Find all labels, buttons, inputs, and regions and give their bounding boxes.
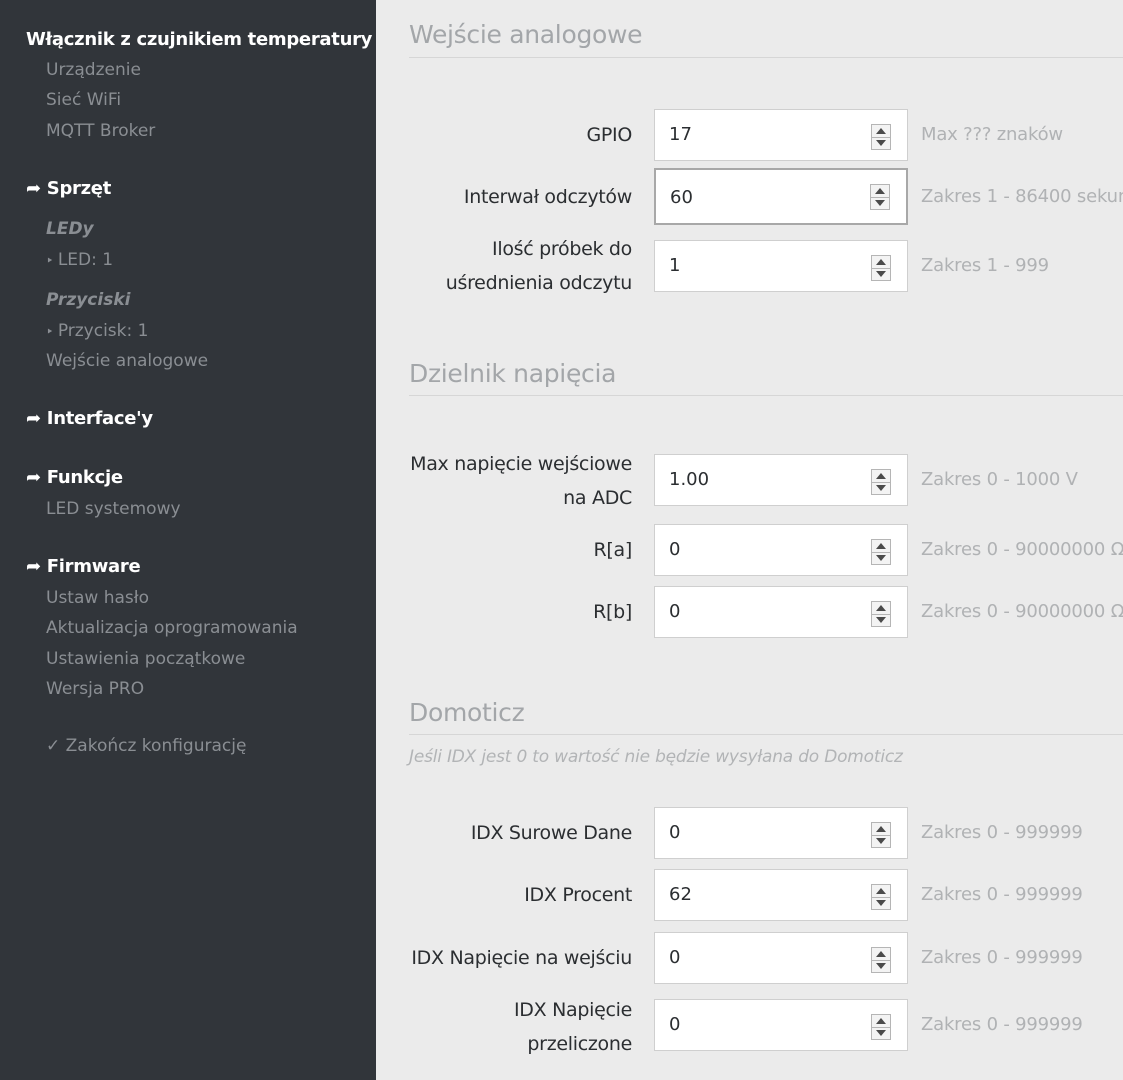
idx-raw-input[interactable]: 0 xyxy=(654,807,908,859)
sidebar: Włącznik z czujnikiem temperatury Urządz… xyxy=(0,0,376,1080)
arrow-right-icon: ➦ xyxy=(26,178,41,199)
field-value: 0 xyxy=(669,822,681,843)
field-hint: Zakres 0 - 1000 V xyxy=(921,469,1078,490)
sidebar-item-system-led[interactable]: LED systemowy xyxy=(46,499,181,519)
idx-input-voltage-input[interactable]: 0 xyxy=(654,932,908,984)
field-hint: Zakres 0 - 999999 xyxy=(921,947,1083,968)
field-hint: Zakres 0 - 999999 xyxy=(921,884,1083,905)
sidebar-item-set-password[interactable]: Ustaw hasło xyxy=(46,588,149,608)
section-title-analog: Wejście analogowe xyxy=(409,20,643,49)
sidebar-item-button1[interactable]: Przycisk: 1 xyxy=(46,321,149,341)
field-value: 0 xyxy=(669,947,681,968)
field-label: Max napięcie wejściowe na ADC xyxy=(410,453,632,509)
section-label: Sprzęt xyxy=(46,178,112,199)
field-label: IDX Surowe Dane xyxy=(470,822,632,844)
sidebar-section-interfaces[interactable]: ➦ Interface'y xyxy=(26,408,153,429)
field-label: Ilość próbek do uśrednienia odczytu xyxy=(445,238,633,294)
field-label: IDX Procent xyxy=(524,884,632,906)
idx-converted-voltage-input[interactable]: 0 xyxy=(654,999,908,1051)
max-voltage-input[interactable]: 1.00 xyxy=(654,454,908,506)
field-hint: Zakres 0 - 999999 xyxy=(921,822,1083,843)
spinner-icon[interactable] xyxy=(871,884,891,910)
spinner-icon[interactable] xyxy=(871,255,891,281)
sidebar-section-firmware[interactable]: ➦ Firmware xyxy=(26,556,141,577)
field-label: R[b] xyxy=(593,601,632,623)
sidebar-item-firmware-update[interactable]: Aktualizacja oprogramowania xyxy=(46,618,298,638)
field-value: 0 xyxy=(669,601,681,622)
sidebar-item-finish-config[interactable]: ✓ Zakończ konfigurację xyxy=(46,736,246,756)
spinner-icon[interactable] xyxy=(871,1014,891,1040)
field-hint: Zakres 0 - 90000000 Ω xyxy=(921,539,1123,560)
spinner-icon[interactable] xyxy=(871,947,891,973)
field-hint: Zakres 0 - 999999 xyxy=(921,1014,1083,1035)
section-label: Firmware xyxy=(46,556,141,577)
device-title: Włącznik z czujnikiem temperatury xyxy=(26,29,373,50)
field-hint: Max ??? znaków xyxy=(921,124,1063,145)
sidebar-section-funkcje[interactable]: ➦ Funkcje xyxy=(26,467,123,488)
divider xyxy=(409,734,1123,735)
field-value: 17 xyxy=(669,124,692,145)
sidebar-item-factory-settings[interactable]: Ustawienia początkowe xyxy=(46,649,245,669)
sidebar-item-pro-version[interactable]: Wersja PRO xyxy=(46,679,144,699)
field-label: GPIO xyxy=(586,124,632,146)
spinner-icon[interactable] xyxy=(871,822,891,848)
arrow-right-icon: ➦ xyxy=(26,467,41,488)
ra-input[interactable]: 0 xyxy=(654,524,908,576)
spinner-icon[interactable] xyxy=(871,469,891,495)
field-value: 0 xyxy=(669,539,681,560)
idx-percent-input[interactable]: 62 xyxy=(654,869,908,921)
spinner-icon[interactable] xyxy=(871,601,891,627)
field-value: 62 xyxy=(669,884,692,905)
samples-input[interactable]: 1 xyxy=(654,240,908,292)
field-value: 0 xyxy=(669,1014,681,1035)
section-title-divider: Dzielnik napięcia xyxy=(409,359,617,388)
interval-input[interactable]: 60 xyxy=(654,168,908,225)
field-value: 60 xyxy=(670,187,693,208)
field-label: IDX Napięcie przeliczone xyxy=(514,999,632,1055)
gpio-input[interactable]: 17 xyxy=(654,109,908,161)
field-label: IDX Napięcie na wejściu xyxy=(411,947,632,969)
spinner-icon[interactable] xyxy=(871,124,891,150)
divider xyxy=(409,395,1123,396)
sidebar-group-leds: LEDy xyxy=(46,219,94,239)
field-label: Interwał odczytów xyxy=(463,186,632,208)
divider xyxy=(409,57,1123,58)
main-content: Wejście analogowe GPIO 17 Max ??? znaków… xyxy=(376,0,1123,1080)
field-hint: Zakres 1 - 86400 sekund xyxy=(921,186,1123,207)
field-hint: Zakres 0 - 90000000 Ω xyxy=(921,601,1123,622)
arrow-right-icon: ➦ xyxy=(26,556,41,577)
field-value: 1.00 xyxy=(669,469,710,490)
field-label: R[a] xyxy=(593,539,633,561)
sidebar-item-mqtt[interactable]: MQTT Broker xyxy=(46,121,155,141)
section-label: Funkcje xyxy=(46,467,123,488)
section-title-domoticz: Domoticz xyxy=(409,698,525,727)
sidebar-item-device[interactable]: Urządzenie xyxy=(46,60,141,80)
sidebar-group-buttons: Przyciski xyxy=(46,290,131,310)
domoticz-note: Jeśli IDX jest 0 to wartość nie będzie w… xyxy=(409,747,903,767)
spinner-icon[interactable] xyxy=(870,184,890,210)
sidebar-section-sprzet[interactable]: ➦ Sprzęt xyxy=(26,178,111,199)
field-value: 1 xyxy=(669,255,681,276)
sidebar-item-led1[interactable]: LED: 1 xyxy=(46,250,113,270)
rb-input[interactable]: 0 xyxy=(654,586,908,638)
section-label: Interface'y xyxy=(46,408,153,429)
sidebar-item-wifi[interactable]: Sieć WiFi xyxy=(46,90,121,110)
sidebar-item-analog-input[interactable]: Wejście analogowe xyxy=(46,351,208,371)
spinner-icon[interactable] xyxy=(871,539,891,565)
field-hint: Zakres 1 - 999 xyxy=(921,255,1049,276)
arrow-right-icon: ➦ xyxy=(26,408,41,429)
